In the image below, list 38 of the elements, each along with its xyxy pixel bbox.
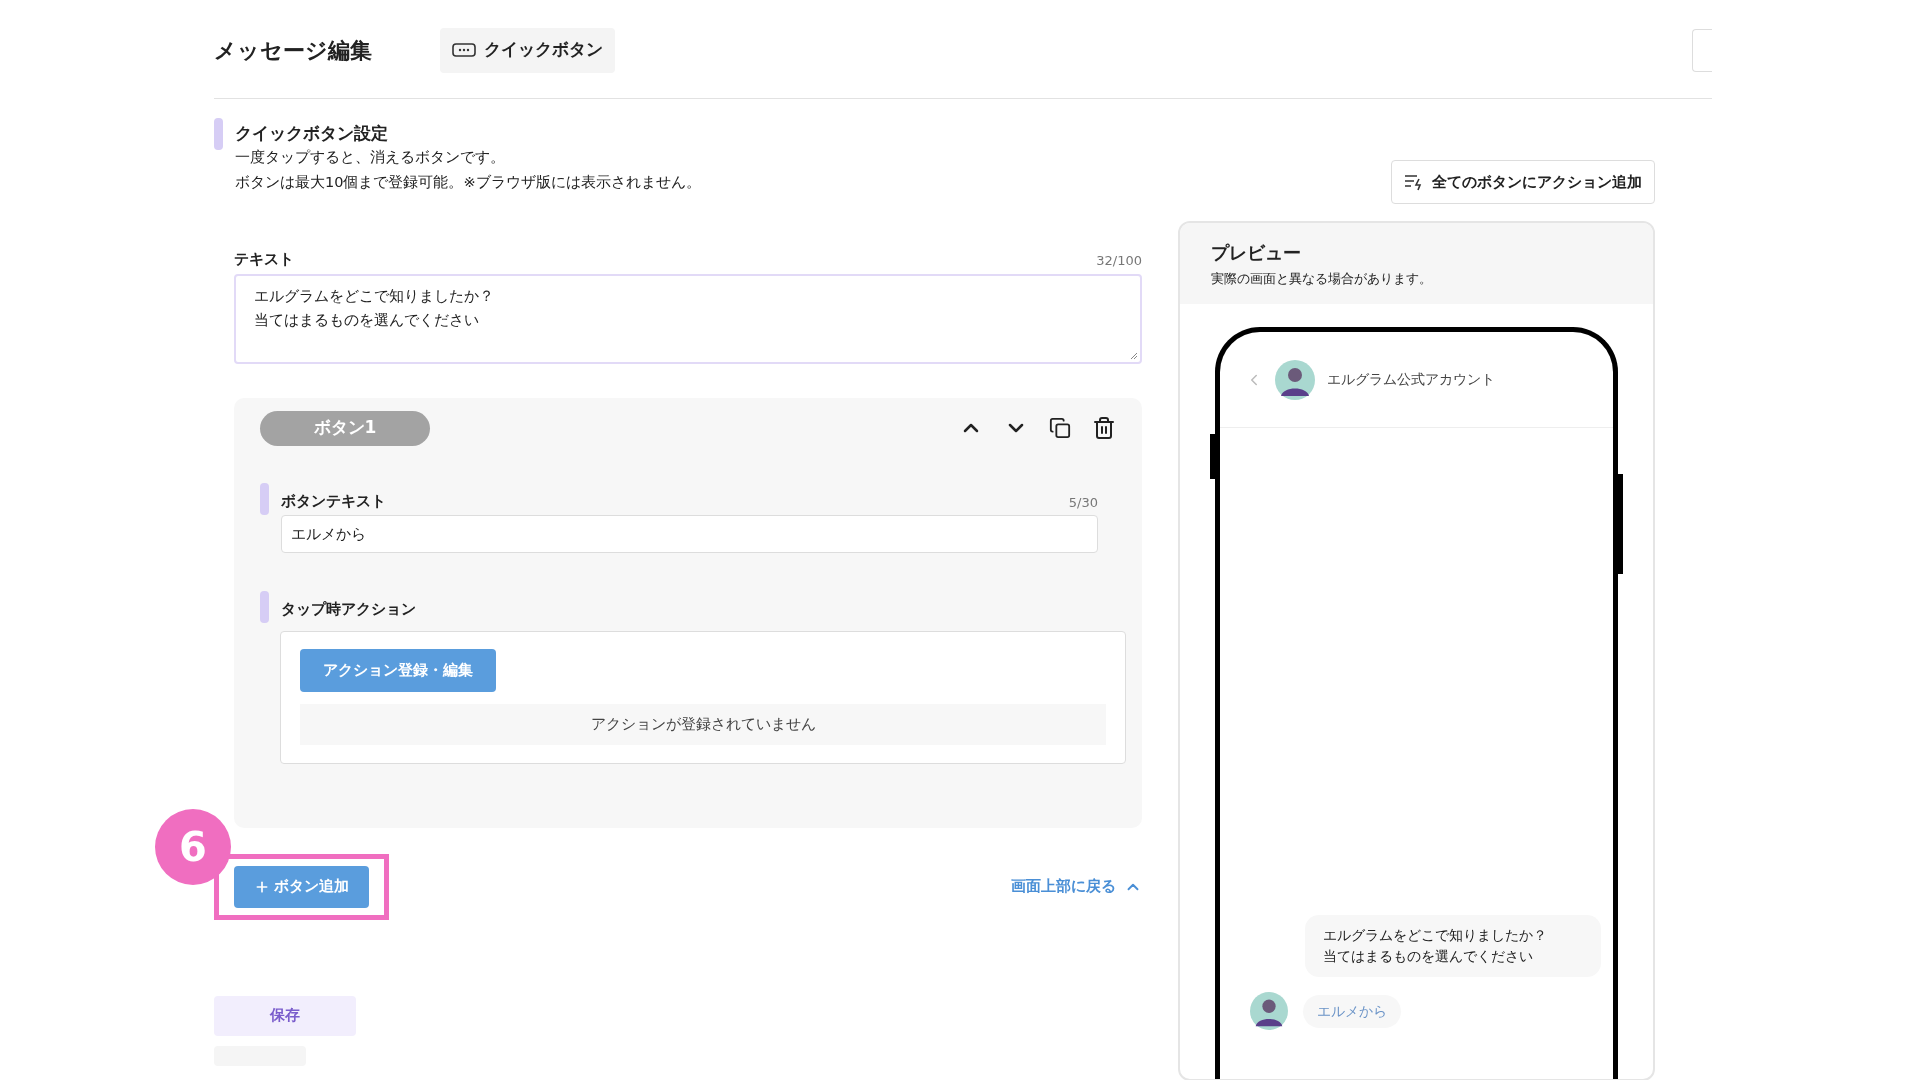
account-name: エルグラム公式アカウント: [1327, 370, 1495, 389]
preview-title: プレビュー: [1211, 241, 1302, 265]
register-action-button[interactable]: アクション登録・編集: [300, 649, 496, 692]
field-label: ボタンテキスト: [281, 490, 386, 512]
field-label: タップ時アクション: [281, 599, 416, 620]
step-number-badge: 6: [155, 808, 231, 885]
section-description: ボタンは最大10個まで登録可能。※ブラウザ版には表示されません。: [235, 173, 701, 192]
button-number-badge: ボタン1: [260, 410, 430, 446]
quick-reply-chip[interactable]: エルメから: [1303, 994, 1401, 1028]
ellipsis-box-icon: [452, 43, 476, 57]
button-text-field[interactable]: エルメから: [281, 515, 1098, 553]
quick-button-tab[interactable]: クイックボタン: [440, 27, 615, 73]
text-line: 当てはまるものを選んでください: [254, 309, 480, 331]
preview-note: 実際の画面と異なる場合があります。: [1211, 270, 1433, 288]
character-counter: 32/100: [1096, 252, 1142, 270]
resize-handle-icon: [1130, 351, 1138, 360]
field-label: テキスト: [234, 249, 294, 270]
section-accent-bar: [260, 591, 269, 623]
section-description: 一度タップすると、消えるボタンです。: [235, 148, 506, 167]
list-bolt-icon: [1404, 173, 1424, 191]
add-action-to-all-button[interactable]: 全てのボタンにアクション追加: [1391, 160, 1655, 204]
add-button[interactable]: ボタン追加: [234, 865, 369, 908]
avatar-icon: [1250, 992, 1288, 1030]
avatar-icon: [1275, 359, 1315, 400]
page-title: メッセージ編集: [214, 36, 373, 65]
text-line: エルグラムをどこで知りましたか？: [254, 285, 495, 307]
save-button[interactable]: 保存: [214, 995, 356, 1036]
section-accent-bar: [260, 482, 269, 515]
section-title: クイックボタン設定: [235, 122, 389, 145]
character-counter: 5/30: [1068, 493, 1098, 512]
message-line: エルグラムをどこで知りましたか？: [1323, 926, 1548, 945]
no-action-message: アクションが登録されていません: [300, 704, 1106, 745]
delete-icon[interactable]: [1092, 416, 1116, 440]
section-accent-bar: [214, 118, 223, 150]
copy-icon[interactable]: [1049, 417, 1071, 439]
message-text-field[interactable]: エルグラムをどこで知りましたか？ 当てはまるものを選んでください: [234, 273, 1142, 364]
message-line: 当てはまるものを選んでください: [1323, 947, 1534, 966]
back-to-top-link[interactable]: 画面上部に戻る: [1011, 875, 1142, 898]
